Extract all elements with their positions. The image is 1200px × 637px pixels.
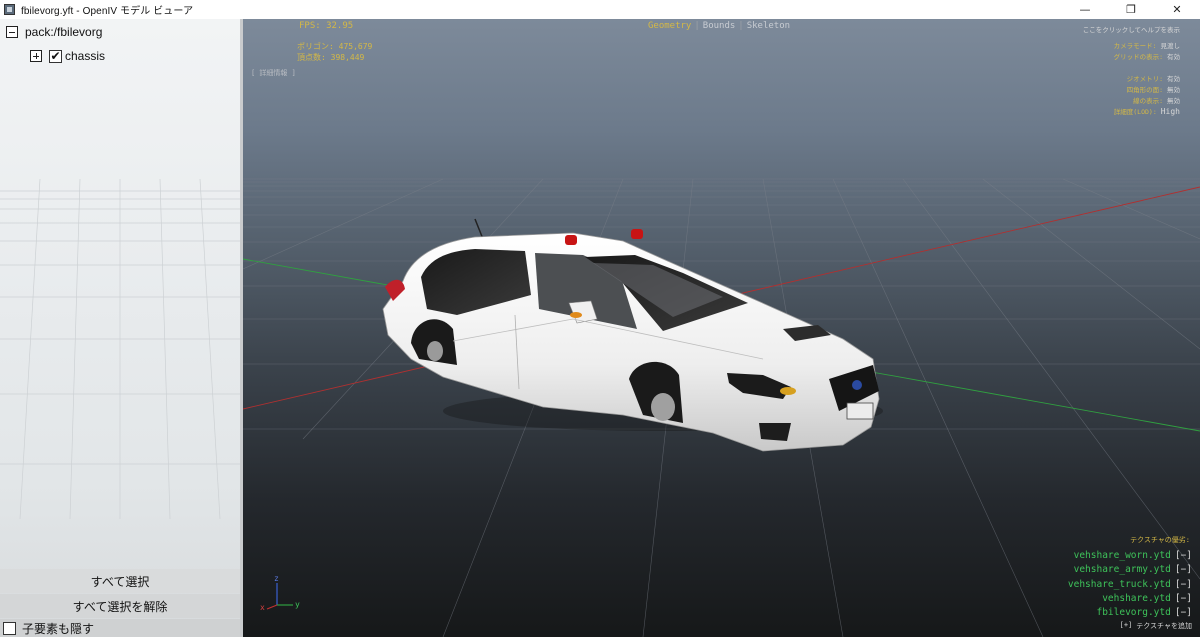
hide-children-option[interactable]: 子要素も隠す: [0, 619, 240, 637]
texture-header: テクスチャの優劣:: [1130, 536, 1190, 544]
deselect-all-button[interactable]: すべて選択を解除: [0, 594, 240, 618]
texture-row: vehshare.ytd [−]: [1102, 593, 1192, 604]
hide-children-label: 子要素も隠す: [22, 621, 95, 636]
scene-canvas[interactable]: [243, 19, 1200, 637]
viewer-option-value[interactable]: 無効: [1167, 97, 1180, 105]
tree-node-chassis[interactable]: ✔ chassis: [30, 49, 105, 63]
chassis-visibility-checkbox[interactable]: ✔: [49, 49, 62, 63]
close-button[interactable]: ✕: [1154, 0, 1200, 19]
texture-name: vehshare_truck.ytd: [1067, 578, 1171, 590]
vertex-count: 頂点数: 398,449: [297, 53, 365, 62]
viewer-option-value[interactable]: 有効: [1167, 75, 1180, 83]
axis-z-label: z: [274, 574, 279, 583]
tree-node-root-label: pack:/fbilevorg: [25, 25, 103, 39]
tree-node-chassis-label: chassis: [65, 49, 106, 63]
texture-row: vehshare_truck.ytd [−]: [1068, 579, 1192, 590]
title-bar: fbilevorg.yft - OpenIV モデル ビューア — ❐ ✕: [0, 0, 1200, 19]
texture-name: vehshare.ytd: [1102, 592, 1171, 604]
add-texture-label: テクスチャを追加: [1136, 622, 1192, 630]
viewer-option-label: グリッドの表示:: [1113, 53, 1163, 61]
axis-x-label: x: [260, 603, 265, 612]
collapse-icon[interactable]: [6, 26, 18, 38]
panel-background-grid: [0, 179, 240, 519]
texture-row: vehshare_army.ytd [−]: [1074, 564, 1192, 575]
viewer-option-label: 線の表示:: [1133, 97, 1163, 105]
viewer-option-label: カメラモード:: [1113, 42, 1157, 50]
restore-button[interactable]: ❐: [1108, 0, 1154, 19]
polygon-count: ポリゴン: 475,679: [297, 42, 373, 51]
viewer-option-row[interactable]: グリッドの表示: 有効: [1114, 51, 1180, 61]
tab-bounds[interactable]: Bounds: [703, 21, 736, 31]
viewer-option-label: 四角形の面:: [1126, 86, 1163, 94]
select-all-button[interactable]: すべて選択: [0, 569, 240, 593]
viewer-option-value[interactable]: 見渡し: [1161, 42, 1181, 50]
remove-texture-button[interactable]: [−]: [1175, 579, 1192, 590]
car-model[interactable]: [382, 218, 883, 452]
tab-skeleton[interactable]: Skeleton: [747, 21, 790, 31]
viewer-option-row[interactable]: 詳細度(LOD): High: [1114, 106, 1180, 116]
window-controls: — ❐ ✕: [1062, 0, 1200, 19]
fps-counter: FPS: 32.95: [299, 21, 354, 31]
help-hint[interactable]: ここをクリックしてヘルプを表示: [1083, 24, 1180, 34]
details-toggle[interactable]: [ 詳細情報 ]: [251, 68, 296, 78]
axis-y-label: y: [295, 600, 300, 609]
expand-icon[interactable]: [30, 50, 42, 62]
minimize-button[interactable]: —: [1062, 0, 1108, 19]
viewer-option-row[interactable]: 四角形の面: 無効: [1127, 84, 1180, 94]
hide-children-checkbox[interactable]: [3, 621, 16, 635]
add-texture-button[interactable]: [+]: [1120, 621, 1133, 631]
texture-row: fbilevorg.ytd [−]: [1096, 607, 1192, 618]
model-tree-panel: pack:/fbilevorg ✔ chassis すべて選択 すべて選択を解除…: [0, 19, 240, 637]
viewer-option-value[interactable]: High: [1161, 107, 1180, 116]
add-texture-row[interactable]: [+] テクスチャを追加: [1120, 621, 1192, 631]
texture-name: vehshare_army.ytd: [1073, 564, 1171, 576]
openiv-app-icon: [4, 4, 15, 15]
render-mode-tabs: Geometry | Bounds | Skeleton: [648, 21, 791, 31]
viewer-option-label: 詳細度(LOD):: [1113, 108, 1157, 116]
remove-texture-button[interactable]: [−]: [1175, 550, 1192, 561]
remove-texture-button[interactable]: [−]: [1175, 564, 1192, 575]
texture-row: vehshare_worn.ytd [−]: [1074, 550, 1192, 561]
tab-geometry[interactable]: Geometry: [648, 21, 691, 31]
remove-texture-button[interactable]: [−]: [1175, 593, 1192, 604]
3d-viewport[interactable]: FPS: 32.95 ポリゴン: 475,679 頂点数: 398,449 [ …: [243, 19, 1200, 637]
viewer-option-row[interactable]: カメラモード: 見渡し: [1114, 40, 1180, 50]
remove-texture-button[interactable]: [−]: [1175, 607, 1192, 618]
window-title: fbilevorg.yft - OpenIV モデル ビューア: [21, 6, 194, 17]
texture-name: vehshare_worn.ytd: [1073, 550, 1171, 561]
texture-name: fbilevorg.ytd: [1096, 607, 1171, 619]
viewer-option-value[interactable]: 無効: [1167, 86, 1180, 94]
tree-node-root[interactable]: pack:/fbilevorg: [6, 25, 102, 39]
viewer-option-label: ジオメトリ:: [1126, 75, 1163, 83]
viewer-option-row[interactable]: 線の表示: 無効: [1133, 95, 1180, 105]
viewer-option-value[interactable]: 有効: [1167, 53, 1180, 61]
viewer-option-row[interactable]: ジオメトリ: 有効: [1127, 73, 1180, 83]
